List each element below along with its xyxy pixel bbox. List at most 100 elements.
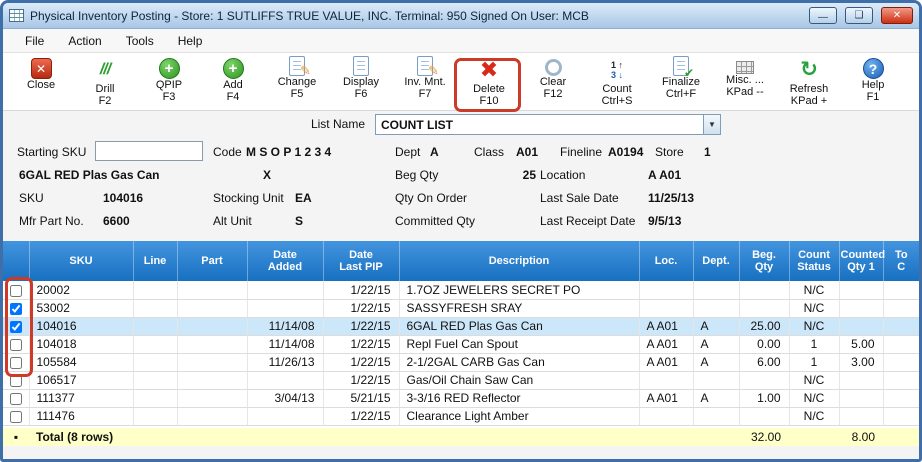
cell-dept: [693, 371, 739, 389]
table-row[interactable]: 111476 1/22/15 Clearance Light Amber N/C: [3, 407, 919, 425]
cell-description: Repl Fuel Can Spout: [399, 335, 639, 353]
cell-loc: A A01: [639, 335, 693, 353]
cell-to-c: [883, 335, 919, 353]
cell-date-last-pip: 1/22/15: [323, 371, 399, 389]
cell-counted-qty-1: [839, 371, 883, 389]
add-icon: [223, 58, 244, 79]
table-row[interactable]: 111377 3/04/13 5/21/15 3-3/16 RED Reflec…: [3, 389, 919, 407]
toolbar-button-label: Drill: [96, 83, 115, 95]
row-select-cell: [3, 299, 29, 317]
row-checkbox[interactable]: [10, 411, 22, 423]
dept-label: Dept: [395, 145, 420, 159]
cell-description: Clearance Light Amber: [399, 407, 639, 425]
chevron-down-icon[interactable]: [703, 115, 720, 134]
cell-sku: 53002: [29, 299, 133, 317]
toolbar-button-drill[interactable]: Drill F2: [73, 53, 137, 107]
cell-date-added: 11/26/13: [247, 353, 323, 371]
starting-sku-input[interactable]: [95, 141, 203, 161]
inventory-table: SKU Line Part Date Added Date Last PIP D…: [3, 241, 920, 446]
toolbar-button-count[interactable]: Count Ctrl+S: [585, 53, 649, 107]
committed-qty-label: Committed Qty: [395, 214, 475, 228]
menu-file[interactable]: File: [13, 31, 56, 51]
row-checkbox[interactable]: [10, 321, 22, 333]
cell-count-status: 1: [789, 353, 839, 371]
table-row[interactable]: 105584 11/26/13 1/22/15 2-1/2GAL CARB Ga…: [3, 353, 919, 371]
header-date-added: Date Added: [247, 241, 323, 281]
window-close-button[interactable]: [881, 7, 913, 24]
minimize-button[interactable]: [809, 7, 837, 24]
cell-sku: 111377: [29, 389, 133, 407]
toolbar-button-qpip[interactable]: QPIP F3: [137, 53, 201, 103]
class-label: Class: [474, 145, 504, 159]
toolbar-button-label: Close: [27, 79, 55, 91]
toolbar-button-refresh[interactable]: Refresh KPad +: [777, 53, 841, 107]
cell-date-added: [247, 299, 323, 317]
cell-beg-qty: [739, 281, 789, 299]
toolbar-button-label: Help: [862, 79, 885, 91]
table-row[interactable]: 53002 1/22/15 SASSYFRESH SRAY N/C: [3, 299, 919, 317]
total-row-marker: ▪: [3, 428, 29, 446]
table-row[interactable]: 20002 1/22/15 1.7OZ JEWELERS SECRET PO N…: [3, 281, 919, 299]
delete-icon: [480, 56, 498, 83]
toolbar-button-key: F4: [227, 91, 240, 103]
toolbar-button-label: Finalize: [662, 76, 700, 88]
list-name-select[interactable]: COUNT LIST: [375, 114, 721, 135]
cell-counted-qty-1: [839, 389, 883, 407]
cell-dept: A: [693, 317, 739, 335]
cell-to-c: [883, 389, 919, 407]
row-checkbox[interactable]: [10, 375, 22, 387]
menu-tools[interactable]: Tools: [114, 31, 166, 51]
change-document-icon: [289, 56, 305, 76]
toolbar-button-clear[interactable]: Clear F12: [521, 53, 585, 100]
table-row[interactable]: 104018 11/14/08 1/22/15 Repl Fuel Can Sp…: [3, 335, 919, 353]
maximize-button[interactable]: [845, 7, 873, 24]
cell-date-last-pip: 1/22/15: [323, 353, 399, 371]
toolbar-button-change[interactable]: Change F5: [265, 53, 329, 100]
total-label: Total (8 rows): [29, 428, 133, 446]
cell-date-added: 11/14/08: [247, 317, 323, 335]
table-row[interactable]: 106517 1/22/15 Gas/Oil Chain Saw Can N/C: [3, 371, 919, 389]
cell-beg-qty: [739, 407, 789, 425]
menu-action[interactable]: Action: [56, 31, 113, 51]
cell-dept: [693, 281, 739, 299]
header-loc: Loc.: [639, 241, 693, 281]
starting-sku-label: Starting SKU: [17, 145, 86, 159]
toolbar-button-key: F7: [419, 88, 432, 100]
toolbar-button-delete[interactable]: Delete F10: [457, 53, 521, 107]
row-checkbox[interactable]: [10, 285, 22, 297]
row-checkbox[interactable]: [10, 339, 22, 351]
cell-part: [177, 353, 247, 371]
cell-part: [177, 371, 247, 389]
toolbar-button-finalize[interactable]: Finalize Ctrl+F: [649, 53, 713, 100]
sku-label: SKU: [19, 191, 44, 205]
cell-dept: [693, 407, 739, 425]
toolbar-button-add[interactable]: Add F4: [201, 53, 265, 103]
cell-counted-qty-1: [839, 407, 883, 425]
toolbar-button-key: F5: [291, 88, 304, 100]
header-description: Description: [399, 241, 639, 281]
last-sale-date-value: 11/25/13: [648, 191, 694, 205]
toolbar-button-misc[interactable]: Misc. ... KPad --: [713, 53, 777, 98]
row-select-cell: [3, 317, 29, 335]
toolbar-button-display[interactable]: Display F6: [329, 53, 393, 100]
row-checkbox[interactable]: [10, 393, 22, 405]
toolbar-button-label: QPIP: [156, 79, 182, 91]
cell-loc: [639, 371, 693, 389]
toolbar-button-close[interactable]: Close: [9, 53, 73, 91]
code-label: Code: [213, 145, 242, 159]
inventory-maintenance-icon: [417, 56, 433, 76]
header-count-status: Count Status: [789, 241, 839, 281]
row-checkbox[interactable]: [10, 357, 22, 369]
menu-help[interactable]: Help: [166, 31, 215, 51]
table-row-selected[interactable]: 104016 11/14/08 1/22/15 6GAL RED Plas Ga…: [3, 317, 919, 335]
cell-count-status: N/C: [789, 389, 839, 407]
toolbar-button-inv-mnt[interactable]: Inv. Mnt. F7: [393, 53, 457, 100]
cell-part: [177, 389, 247, 407]
cell-description: 1.7OZ JEWELERS SECRET PO: [399, 281, 639, 299]
toolbar-button-label: Count: [602, 83, 631, 95]
row-checkbox[interactable]: [10, 303, 22, 315]
toolbar-button-key: F3: [163, 91, 176, 103]
row-select-cell: [3, 371, 29, 389]
window-title: Physical Inventory Posting - Store: 1 SU…: [30, 9, 801, 23]
toolbar-button-help[interactable]: Help F1: [841, 53, 905, 103]
